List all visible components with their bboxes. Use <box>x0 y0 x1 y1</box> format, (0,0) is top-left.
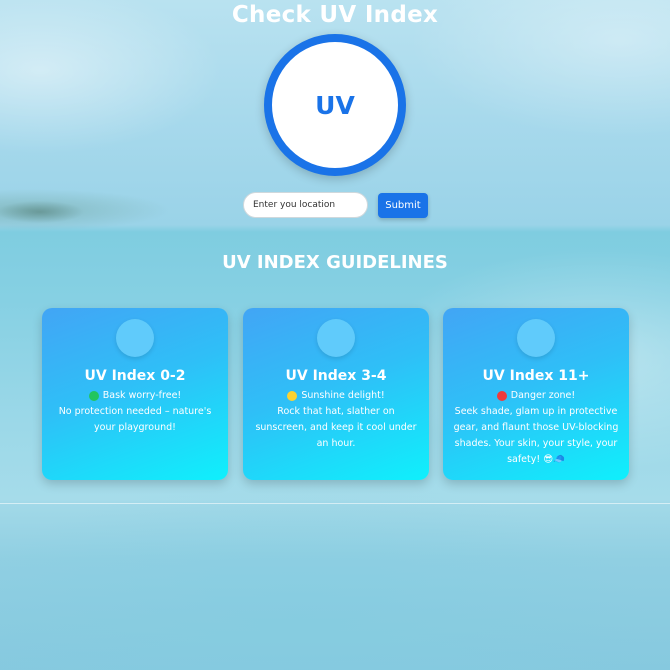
card-title: UV Index 11+ <box>482 368 590 384</box>
card-circle-icon <box>317 319 355 357</box>
page-title: Check UV Index <box>231 2 439 28</box>
card-status: Sunshine delight! <box>243 390 429 401</box>
card-title: UV Index 0-2 <box>84 368 186 384</box>
card-status: Bask worry-free! <box>42 390 228 401</box>
card-status: Danger zone! <box>443 390 629 401</box>
horizon-line <box>0 503 670 504</box>
card-circle-icon <box>116 319 154 357</box>
card-description: Seek shade, glam up in protective gear, … <box>453 406 619 465</box>
guideline-card-moderate: UV Index 3-4 Sunshine delight! Rock that… <box>243 308 429 480</box>
card-title: UV Index 3-4 <box>285 368 387 384</box>
submit-button[interactable]: Submit <box>378 192 428 218</box>
uv-badge-label: UV <box>315 90 355 120</box>
card-description: Rock that hat, slather on sunscreen, and… <box>255 406 417 449</box>
card-status-text: Danger zone! <box>510 390 576 401</box>
red-dot-icon <box>496 390 507 401</box>
uv-badge: UV <box>264 34 406 176</box>
location-search: Submit <box>243 192 428 218</box>
card-status-text: Sunshine delight! <box>301 390 385 401</box>
card-status-text: Bask worry-free! <box>102 390 182 401</box>
location-input[interactable] <box>243 192 368 218</box>
green-dot-icon <box>88 390 99 401</box>
card-description: No protection needed – nature's your pla… <box>58 406 212 433</box>
card-circle-icon <box>517 319 555 357</box>
island-shape <box>0 196 110 224</box>
guideline-card-extreme: UV Index 11+ Danger zone! Seek shade, gl… <box>443 308 629 480</box>
guidelines-heading: UV INDEX GUIDELINES <box>222 252 448 273</box>
yellow-dot-icon <box>287 390 298 401</box>
guideline-card-low: UV Index 0-2 Bask worry-free! No protect… <box>42 308 228 480</box>
